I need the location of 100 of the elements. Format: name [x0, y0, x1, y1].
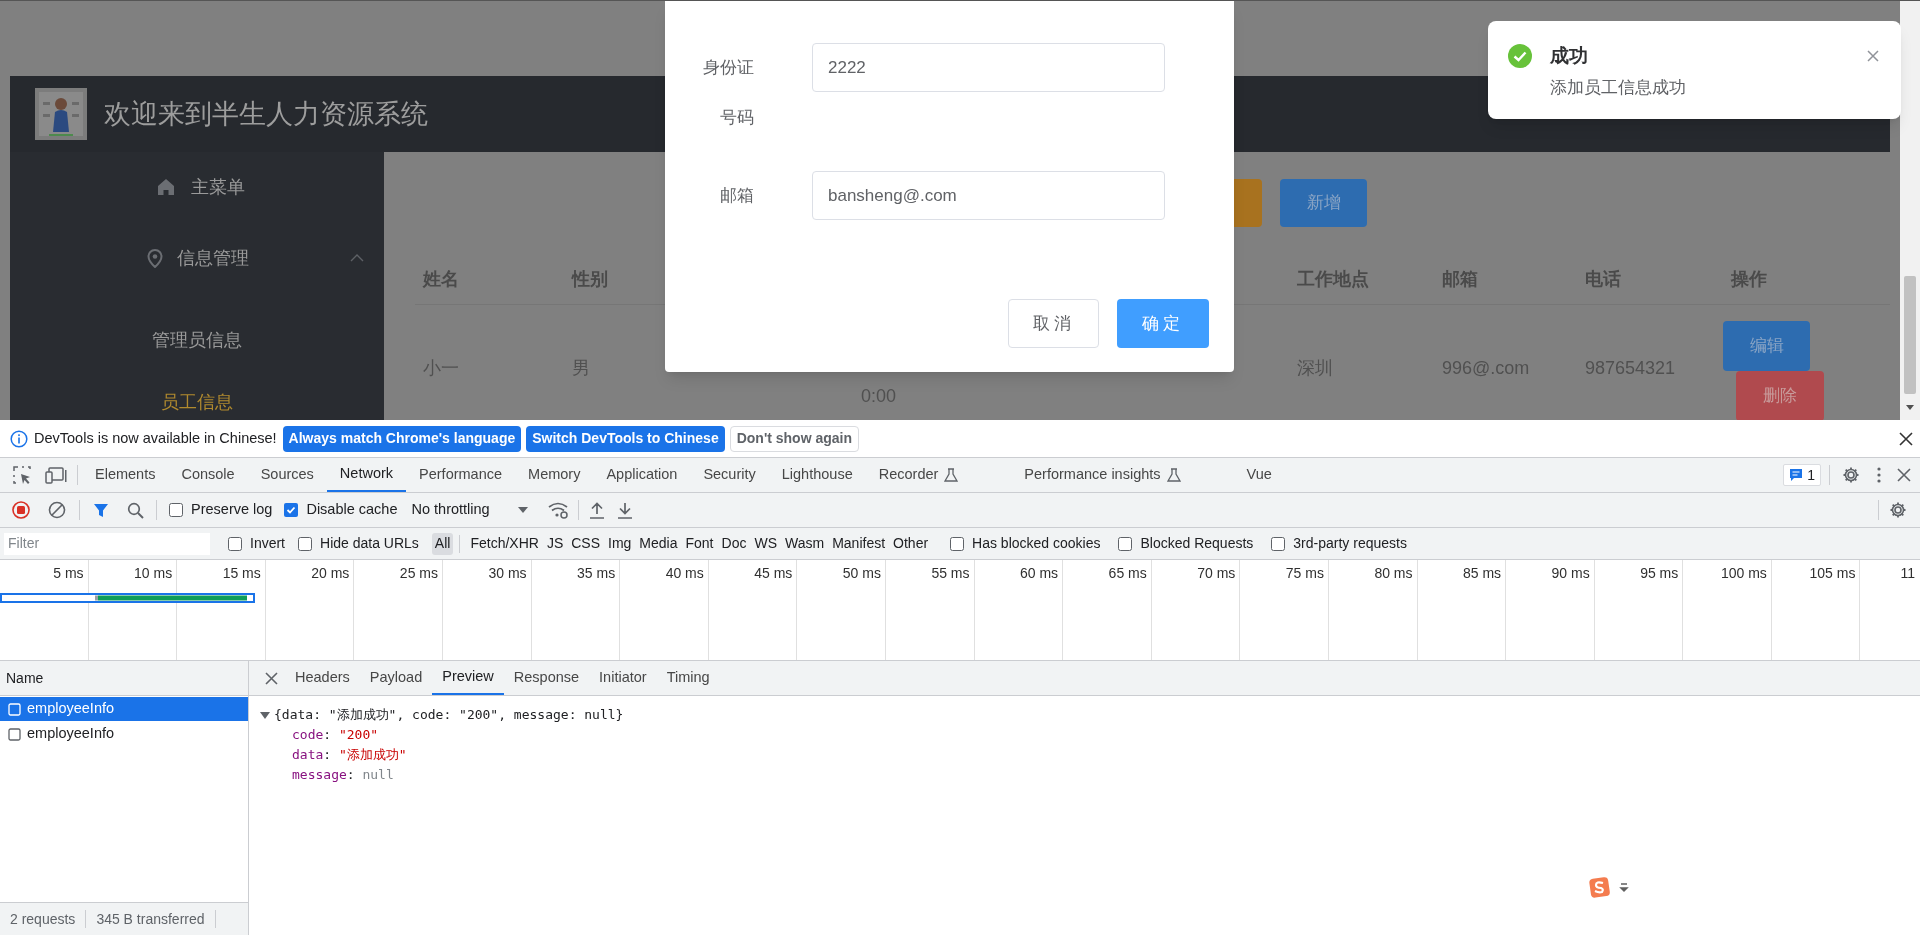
- tab[interactable]: Performance: [406, 458, 516, 492]
- type-filter-button[interactable]: CSS: [567, 532, 604, 555]
- tab[interactable]: Timing: [656, 661, 720, 695]
- clear-icon[interactable]: [48, 501, 66, 519]
- tick-label: 105 ms: [1809, 564, 1856, 581]
- throttling-dropdown[interactable]: No throttling: [409, 498, 528, 522]
- tick-label: 10 ms: [134, 564, 173, 581]
- settings-icon[interactable]: [1889, 501, 1907, 519]
- filter-icon[interactable]: [93, 502, 109, 518]
- upload-icon[interactable]: [588, 501, 605, 519]
- tab[interactable]: Performance insights: [1011, 458, 1194, 492]
- tick-label: 5 ms: [53, 564, 84, 581]
- issues-button[interactable]: 1: [1783, 464, 1821, 486]
- tab[interactable]: Security: [690, 458, 769, 492]
- tick-label: 20 ms: [311, 564, 350, 581]
- tick-label: 70 ms: [1197, 564, 1236, 581]
- property-line: message: null: [291, 766, 394, 784]
- scroll-down-icon[interactable]: [1906, 405, 1914, 410]
- message-icon: [1789, 468, 1804, 482]
- close-icon[interactable]: [265, 671, 278, 685]
- type-filter-button[interactable]: JS: [542, 532, 568, 555]
- field-label: 邮箱: [719, 185, 754, 207]
- input-method-icon[interactable]: [1589, 876, 1629, 900]
- type-filter-button[interactable]: Font: [681, 532, 718, 555]
- menu-item[interactable]: 主菜单: [10, 152, 384, 222]
- type-filter-button[interactable]: Media: [635, 532, 682, 555]
- scrollbar[interactable]: [1900, 1, 1920, 420]
- stop-recording-icon[interactable]: [12, 501, 30, 519]
- settings-icon[interactable]: [1842, 466, 1860, 484]
- tab[interactable]: Recorder: [865, 458, 972, 492]
- menu-item[interactable]: 员工信息: [10, 371, 384, 420]
- download-icon[interactable]: [616, 501, 633, 519]
- tab[interactable]: Console: [168, 458, 248, 492]
- tick-label: 80 ms: [1374, 564, 1413, 581]
- request-row[interactable]: employeeInfo: [0, 697, 248, 721]
- tab[interactable]: Headers: [285, 661, 360, 695]
- tick-label: 75 ms: [1285, 564, 1324, 581]
- infobar-button[interactable]: Switch DevTools to Chinese: [526, 425, 725, 452]
- menu-item[interactable]: 管理员信息: [10, 309, 384, 371]
- tab[interactable]: Memory: [515, 458, 594, 492]
- tick-label: 45 ms: [754, 564, 793, 581]
- checkbox[interactable]: [1118, 536, 1133, 551]
- type-filter-button[interactable]: WS: [750, 532, 781, 555]
- tab[interactable]: Response: [503, 661, 590, 695]
- tick-label: 40 ms: [665, 564, 704, 581]
- checkbox[interactable]: [284, 503, 299, 517]
- checkbox[interactable]: [1271, 536, 1286, 551]
- submenu-header[interactable]: 信息管理: [10, 222, 384, 294]
- tick-label: 60 ms: [1020, 564, 1059, 581]
- type-filter-button[interactable]: Fetch/XHR: [466, 532, 543, 555]
- tab[interactable]: Application: [593, 458, 691, 492]
- infobar-button[interactable]: Always match Chrome's language: [282, 425, 522, 452]
- tick-label: 11: [1900, 565, 1915, 581]
- filter-field[interactable]: Filter: [4, 532, 210, 555]
- tick-label: 85 ms: [1462, 564, 1502, 581]
- checkbox-label: Disable cache: [306, 500, 398, 520]
- inspect-icon[interactable]: [13, 466, 31, 484]
- tick-label: 100 ms: [1720, 564, 1767, 581]
- infobar-button[interactable]: Don't show again: [729, 425, 859, 452]
- cancel-button[interactable]: 取消: [1008, 299, 1099, 348]
- type-filter-button[interactable]: All: [431, 532, 454, 555]
- tab[interactable]: Payload: [359, 661, 433, 695]
- tab[interactable]: Vue: [1233, 458, 1285, 492]
- checkbox[interactable]: [950, 536, 965, 551]
- success-icon: [1508, 44, 1532, 68]
- tick-label: 95 ms: [1640, 564, 1679, 581]
- checkbox-label: Blocked Requests: [1140, 534, 1254, 553]
- tab[interactable]: Elements: [82, 458, 169, 492]
- device-toggle-icon[interactable]: [45, 466, 67, 484]
- expand-triangle-icon[interactable]: [260, 711, 270, 719]
- tab[interactable]: Initiator: [589, 661, 657, 695]
- more-options-icon[interactable]: [1877, 467, 1881, 483]
- checkbox[interactable]: [228, 536, 242, 551]
- network-conditions-icon[interactable]: [547, 501, 568, 519]
- checkbox[interactable]: [169, 503, 183, 517]
- type-filter-button[interactable]: Other: [889, 532, 933, 555]
- tab[interactable]: Lighthouse: [768, 458, 866, 492]
- type-filter-button[interactable]: Manifest: [828, 532, 890, 555]
- checkbox[interactable]: [298, 536, 312, 551]
- notification-message: 添加员工信息成功: [1550, 77, 1686, 99]
- type-filter-button[interactable]: Doc: [717, 532, 751, 555]
- home-icon: [157, 178, 175, 196]
- infobar-message: DevTools is now available in Chinese!: [34, 428, 277, 448]
- tick-label: 30 ms: [488, 564, 527, 581]
- search-icon[interactable]: [127, 501, 144, 519]
- close-icon[interactable]: [1899, 431, 1913, 446]
- scrollbar-thumb[interactable]: [1904, 276, 1916, 394]
- request-row[interactable]: employeeInfo: [0, 722, 248, 746]
- type-filter-button[interactable]: Img: [604, 532, 636, 555]
- field-label: 身份证号码: [702, 57, 754, 129]
- input-field[interactable]: bansheng@.com: [812, 171, 1165, 220]
- input-field[interactable]: 2222: [812, 43, 1165, 92]
- tick-label: 15 ms: [222, 564, 261, 581]
- tab[interactable]: Sources: [247, 458, 327, 492]
- checkbox-label: Hide data URLs: [320, 534, 419, 553]
- close-icon[interactable]: [1897, 468, 1911, 482]
- type-filter-button[interactable]: Wasm: [781, 532, 829, 555]
- tab[interactable]: Preview: [432, 661, 504, 695]
- location-pin-icon: [147, 248, 163, 268]
- checkbox-label: Preserve log: [191, 500, 273, 520]
